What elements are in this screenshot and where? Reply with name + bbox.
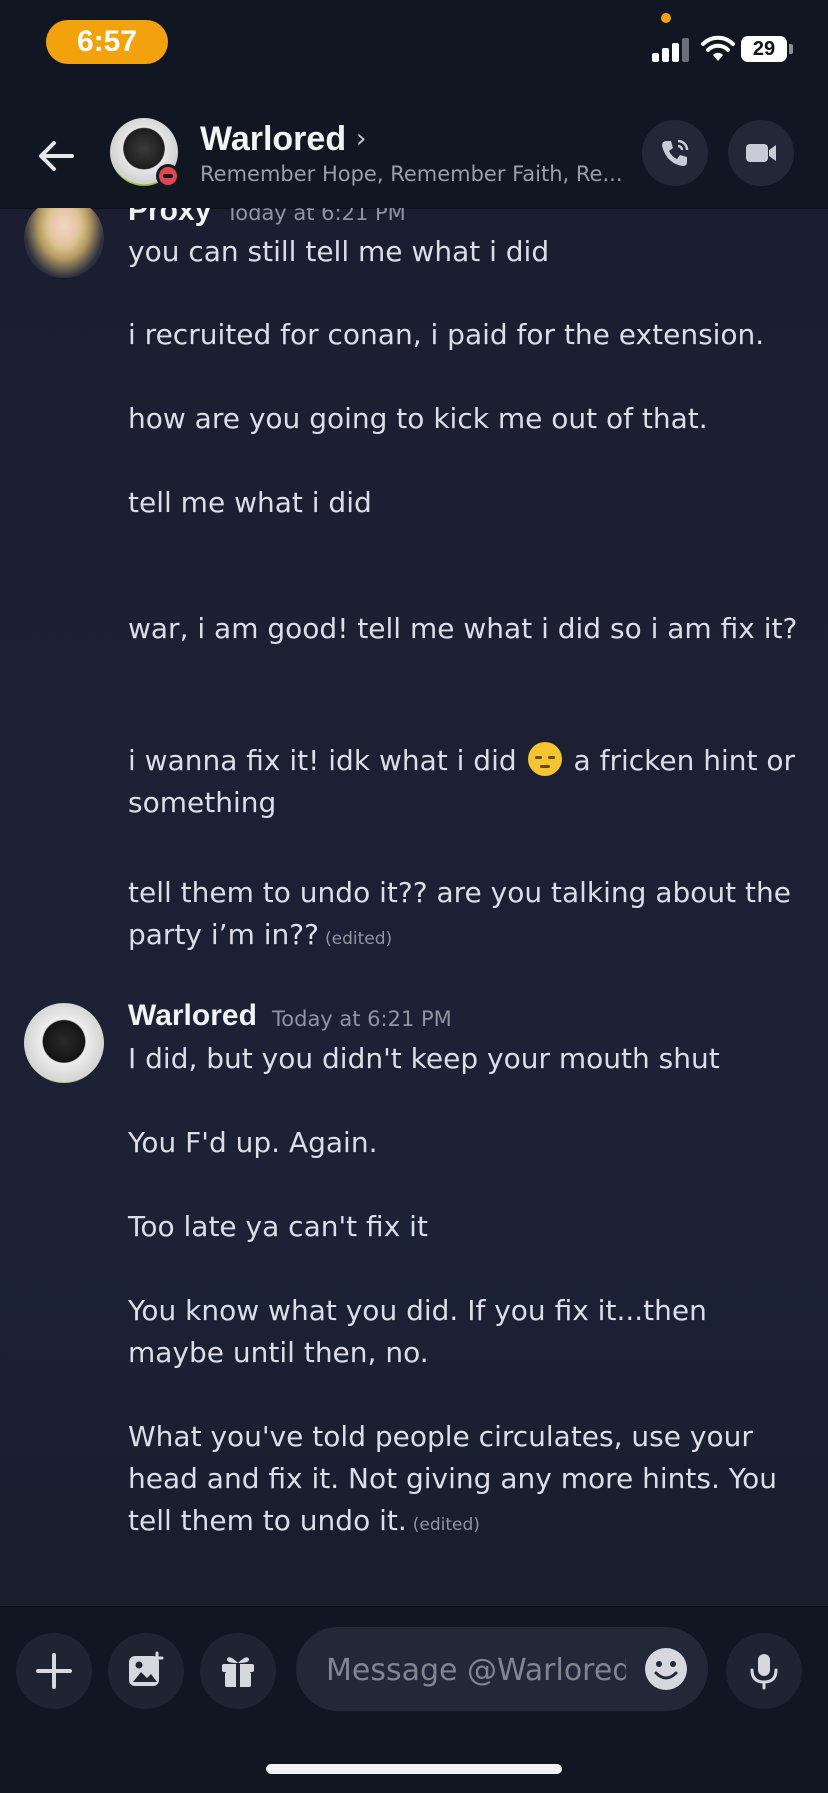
media-button[interactable]	[108, 1633, 184, 1709]
cellular-signal-icon	[652, 38, 690, 62]
edited-label: (edited)	[412, 1515, 480, 1535]
do-not-disturb-status-icon	[156, 164, 180, 188]
status-bar: 6:57 29	[0, 0, 828, 100]
message-author[interactable]: Warlored	[128, 999, 257, 1033]
home-indicator[interactable]	[266, 1764, 562, 1774]
privacy-indicator-dot	[661, 13, 671, 23]
message-text: war, i am good! tell me what i did so i …	[128, 612, 798, 645]
message-author[interactable]: Proxy	[128, 208, 211, 228]
video-icon	[746, 144, 776, 162]
message-input-wrapper[interactable]	[296, 1627, 708, 1711]
header-avatar[interactable]	[110, 118, 180, 188]
message-text: i recruited for conan, i paid for the ex…	[128, 318, 765, 351]
message-text-part: tell them to undo it?? are you talking a…	[128, 876, 791, 951]
back-arrow-icon[interactable]	[34, 134, 78, 178]
message-text: tell them to undo it?? are you talking a…	[128, 872, 808, 960]
header-custom-status[interactable]: Remember Hope, Remember Faith, Re...	[200, 162, 623, 186]
wifi-icon	[701, 35, 735, 61]
message-input[interactable]	[324, 1647, 628, 1693]
voice-message-button[interactable]	[726, 1633, 802, 1709]
call-icon	[662, 139, 689, 166]
message-text: i wanna fix it! idk what i did a fricken…	[128, 740, 808, 824]
emoji-icon[interactable]	[644, 1647, 688, 1691]
message-text: You F'd up. Again.	[128, 1126, 378, 1159]
header-username[interactable]: Warlored	[200, 120, 346, 159]
attach-button[interactable]	[16, 1633, 92, 1709]
warlored-avatar[interactable]	[24, 1003, 104, 1083]
message-text: how are you going to kick me out of that…	[128, 402, 708, 435]
image-icon	[129, 1651, 164, 1686]
message-timestamp: Today at 6:21 PM	[226, 208, 406, 225]
message-text-part: i wanna fix it! idk what i did	[128, 744, 517, 777]
video-call-button[interactable]	[728, 120, 794, 186]
message-list[interactable]: Proxy Today at 6:21 PM you can still tel…	[0, 208, 828, 1606]
gift-button[interactable]	[200, 1633, 276, 1709]
message-text: Too late ya can't fix it	[128, 1210, 428, 1243]
chevron-right-icon[interactable]: ›	[356, 124, 366, 154]
voice-call-button[interactable]	[642, 120, 708, 186]
status-time: 6:57	[46, 20, 168, 64]
gift-icon	[222, 1657, 254, 1687]
message-text: I did, but you didn't keep your mouth sh…	[128, 1042, 720, 1075]
dm-header: Warlored › Remember Hope, Remember Faith…	[0, 100, 828, 209]
message-text: tell me what i did	[128, 486, 372, 519]
message-text: You know what you did. If you fix it...t…	[128, 1294, 707, 1369]
message-text: What you've told people circulates, use …	[128, 1416, 808, 1546]
pensive-emoji-icon	[527, 742, 562, 776]
plus-icon	[36, 1653, 72, 1689]
battery-icon: 29	[741, 36, 793, 62]
proxy-avatar[interactable]	[24, 208, 104, 278]
microphone-icon	[750, 1654, 778, 1690]
edited-label: (edited)	[325, 929, 393, 949]
message-timestamp: Today at 6:21 PM	[272, 1007, 452, 1031]
message-text: you can still tell me what i did	[128, 235, 550, 268]
